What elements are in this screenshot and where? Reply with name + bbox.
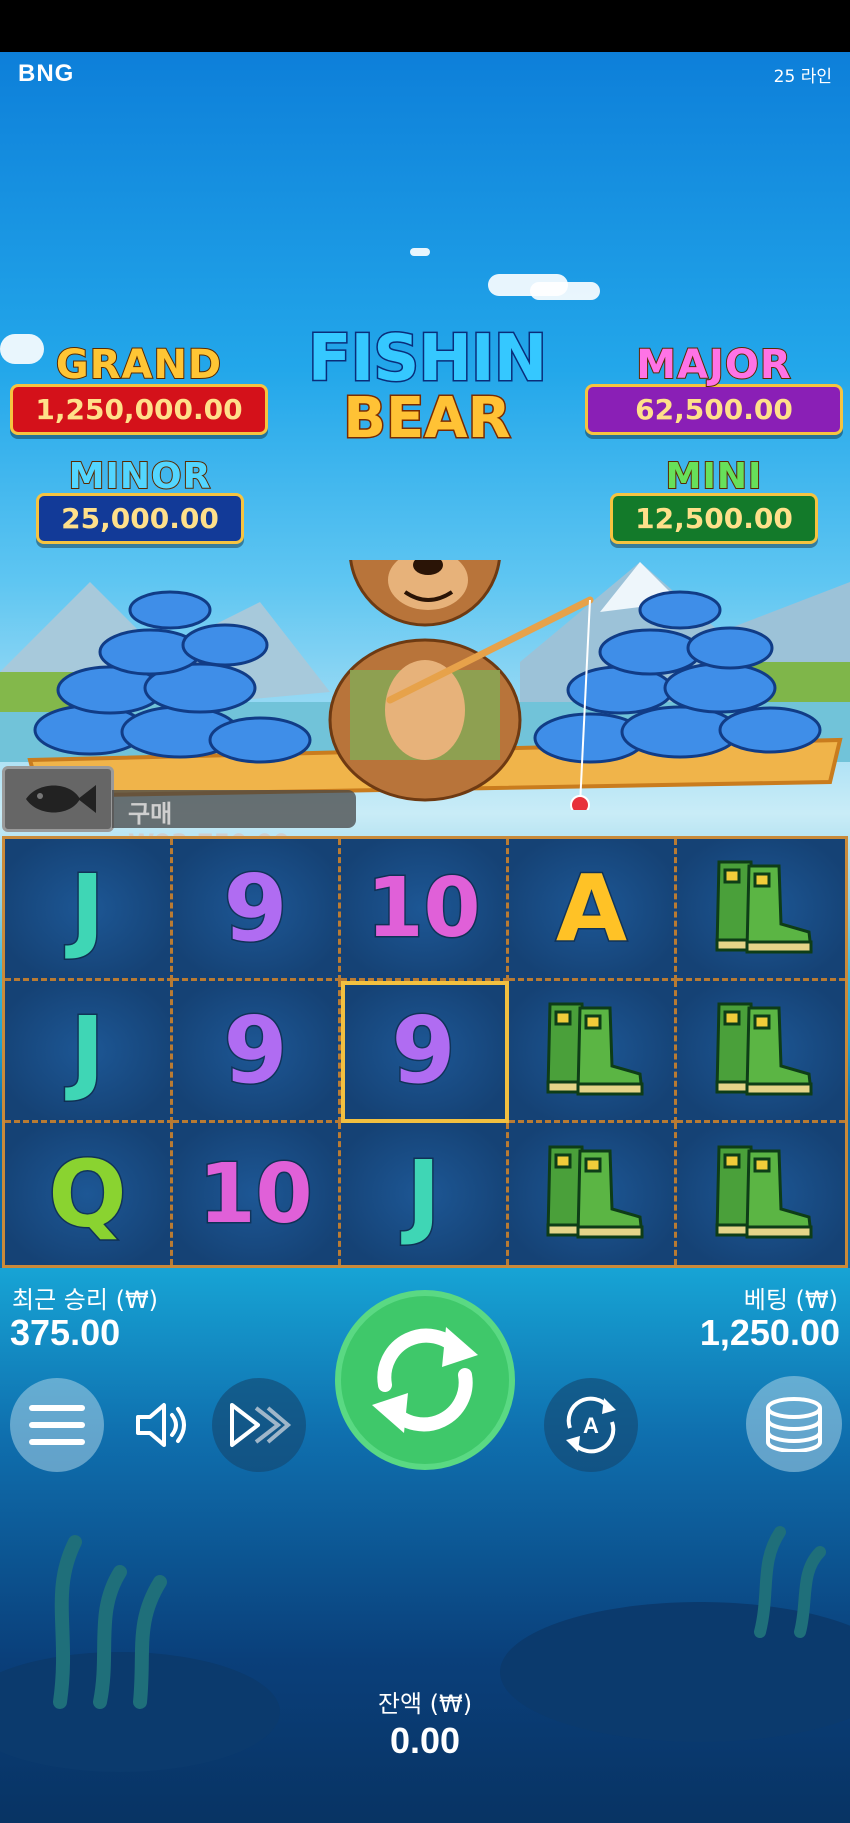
boots-symbol-icon xyxy=(701,994,821,1108)
reel-cell: 10 xyxy=(341,839,509,981)
last-win-value: 375.00 xyxy=(10,1312,121,1353)
reel-cell xyxy=(677,839,845,981)
svg-text:A: A xyxy=(583,1413,599,1438)
jackpot-minor-amount: 25,000.00 xyxy=(36,493,244,544)
bet-value: 1,250.00 xyxy=(699,1312,840,1353)
reel-cell: J xyxy=(5,839,173,981)
provider-logo: BNG xyxy=(18,60,75,87)
cloud xyxy=(410,248,430,256)
bear-and-fish-art xyxy=(27,560,843,810)
reel-symbol: 10 xyxy=(365,860,482,958)
reel-symbol: 10 xyxy=(197,1145,314,1243)
jackpot-major-title: MAJOR xyxy=(635,341,792,389)
cloud xyxy=(530,282,600,300)
reel-symbol: A xyxy=(554,854,628,964)
autoplay-icon: A xyxy=(566,1396,616,1454)
autoplay-button[interactable]: A xyxy=(544,1378,638,1472)
reel-symbol: 9 xyxy=(222,854,289,964)
reel-cell: A xyxy=(509,839,677,981)
reel-cell xyxy=(509,1123,677,1265)
reel-symbol: 9 xyxy=(390,996,457,1106)
boots-symbol-icon xyxy=(532,1137,652,1251)
seabed-art xyxy=(0,1526,850,1772)
boots-symbol-icon xyxy=(532,994,652,1108)
reel-symbol: J xyxy=(69,996,106,1106)
jackpot-major-amount: 62,500.00 xyxy=(585,384,843,435)
reel-cell: 9 xyxy=(173,981,341,1123)
bet-settings-button[interactable] xyxy=(746,1376,842,1472)
reel-symbol: Q xyxy=(47,1139,128,1249)
buy-feature-button[interactable] xyxy=(2,766,114,832)
jackpot-grand: GRAND 1,250,000.00 xyxy=(10,341,268,435)
jackpot-major: MAJOR 62,500.00 xyxy=(585,341,843,435)
reel-symbol: J xyxy=(69,854,106,964)
boots-symbol-icon xyxy=(701,1137,821,1251)
paylines-count: 25 라인 xyxy=(773,67,832,87)
reel-cell: 9 xyxy=(173,839,341,981)
spin-button[interactable] xyxy=(335,1290,515,1470)
game-logo-line1: FISHIN xyxy=(306,321,549,398)
spin-arrows-icon xyxy=(372,1327,478,1433)
bet-label: 베팅 (₩) xyxy=(743,1286,838,1314)
reel-cell xyxy=(677,981,845,1123)
fish-icon xyxy=(26,785,96,813)
reel-grid: J 9 10 A J 9 9 Q 10 J xyxy=(2,836,848,1268)
turbo-button[interactable] xyxy=(212,1378,306,1472)
reel-cell: 9 xyxy=(341,981,509,1123)
jackpot-grand-amount: 1,250,000.00 xyxy=(10,384,268,435)
fast-forward-icon xyxy=(230,1403,292,1447)
jackpot-mini-amount: 12,500.00 xyxy=(610,493,818,544)
reel-cell: Q xyxy=(5,1123,173,1265)
jackpot-grand-title: GRAND xyxy=(55,341,223,389)
game-logo: FISHIN BEAR xyxy=(272,321,582,482)
speaker-icon xyxy=(136,1403,186,1447)
jackpot-mini-title: MINI xyxy=(665,455,763,498)
balance-value: 0.00 xyxy=(389,1720,461,1761)
reel-cell: 10 xyxy=(173,1123,341,1265)
menu-icon xyxy=(29,1405,85,1445)
buy-feature-price: 구매 ₩93,750.00 xyxy=(112,790,356,857)
menu-button[interactable] xyxy=(10,1378,104,1472)
balance-label: 잔액 (₩) xyxy=(377,1690,473,1718)
reel-symbol: J xyxy=(405,1139,442,1249)
sound-button[interactable] xyxy=(122,1378,202,1472)
last-win-label: 최근 승리 (₩) xyxy=(12,1286,159,1314)
coins-icon xyxy=(766,1397,822,1452)
reel-cell: J xyxy=(341,1123,509,1265)
status-bar xyxy=(0,0,850,52)
jackpot-minor-title: MINOR xyxy=(68,455,212,498)
reel-symbol: 9 xyxy=(222,996,289,1106)
boots-symbol-icon xyxy=(701,852,821,966)
reel-cell xyxy=(509,981,677,1123)
reel-cell: J xyxy=(5,981,173,1123)
reel-cell xyxy=(677,1123,845,1265)
jackpot-minor: MINOR 25,000.00 xyxy=(36,455,244,544)
jackpot-mini: MINI 12,500.00 xyxy=(610,455,818,544)
